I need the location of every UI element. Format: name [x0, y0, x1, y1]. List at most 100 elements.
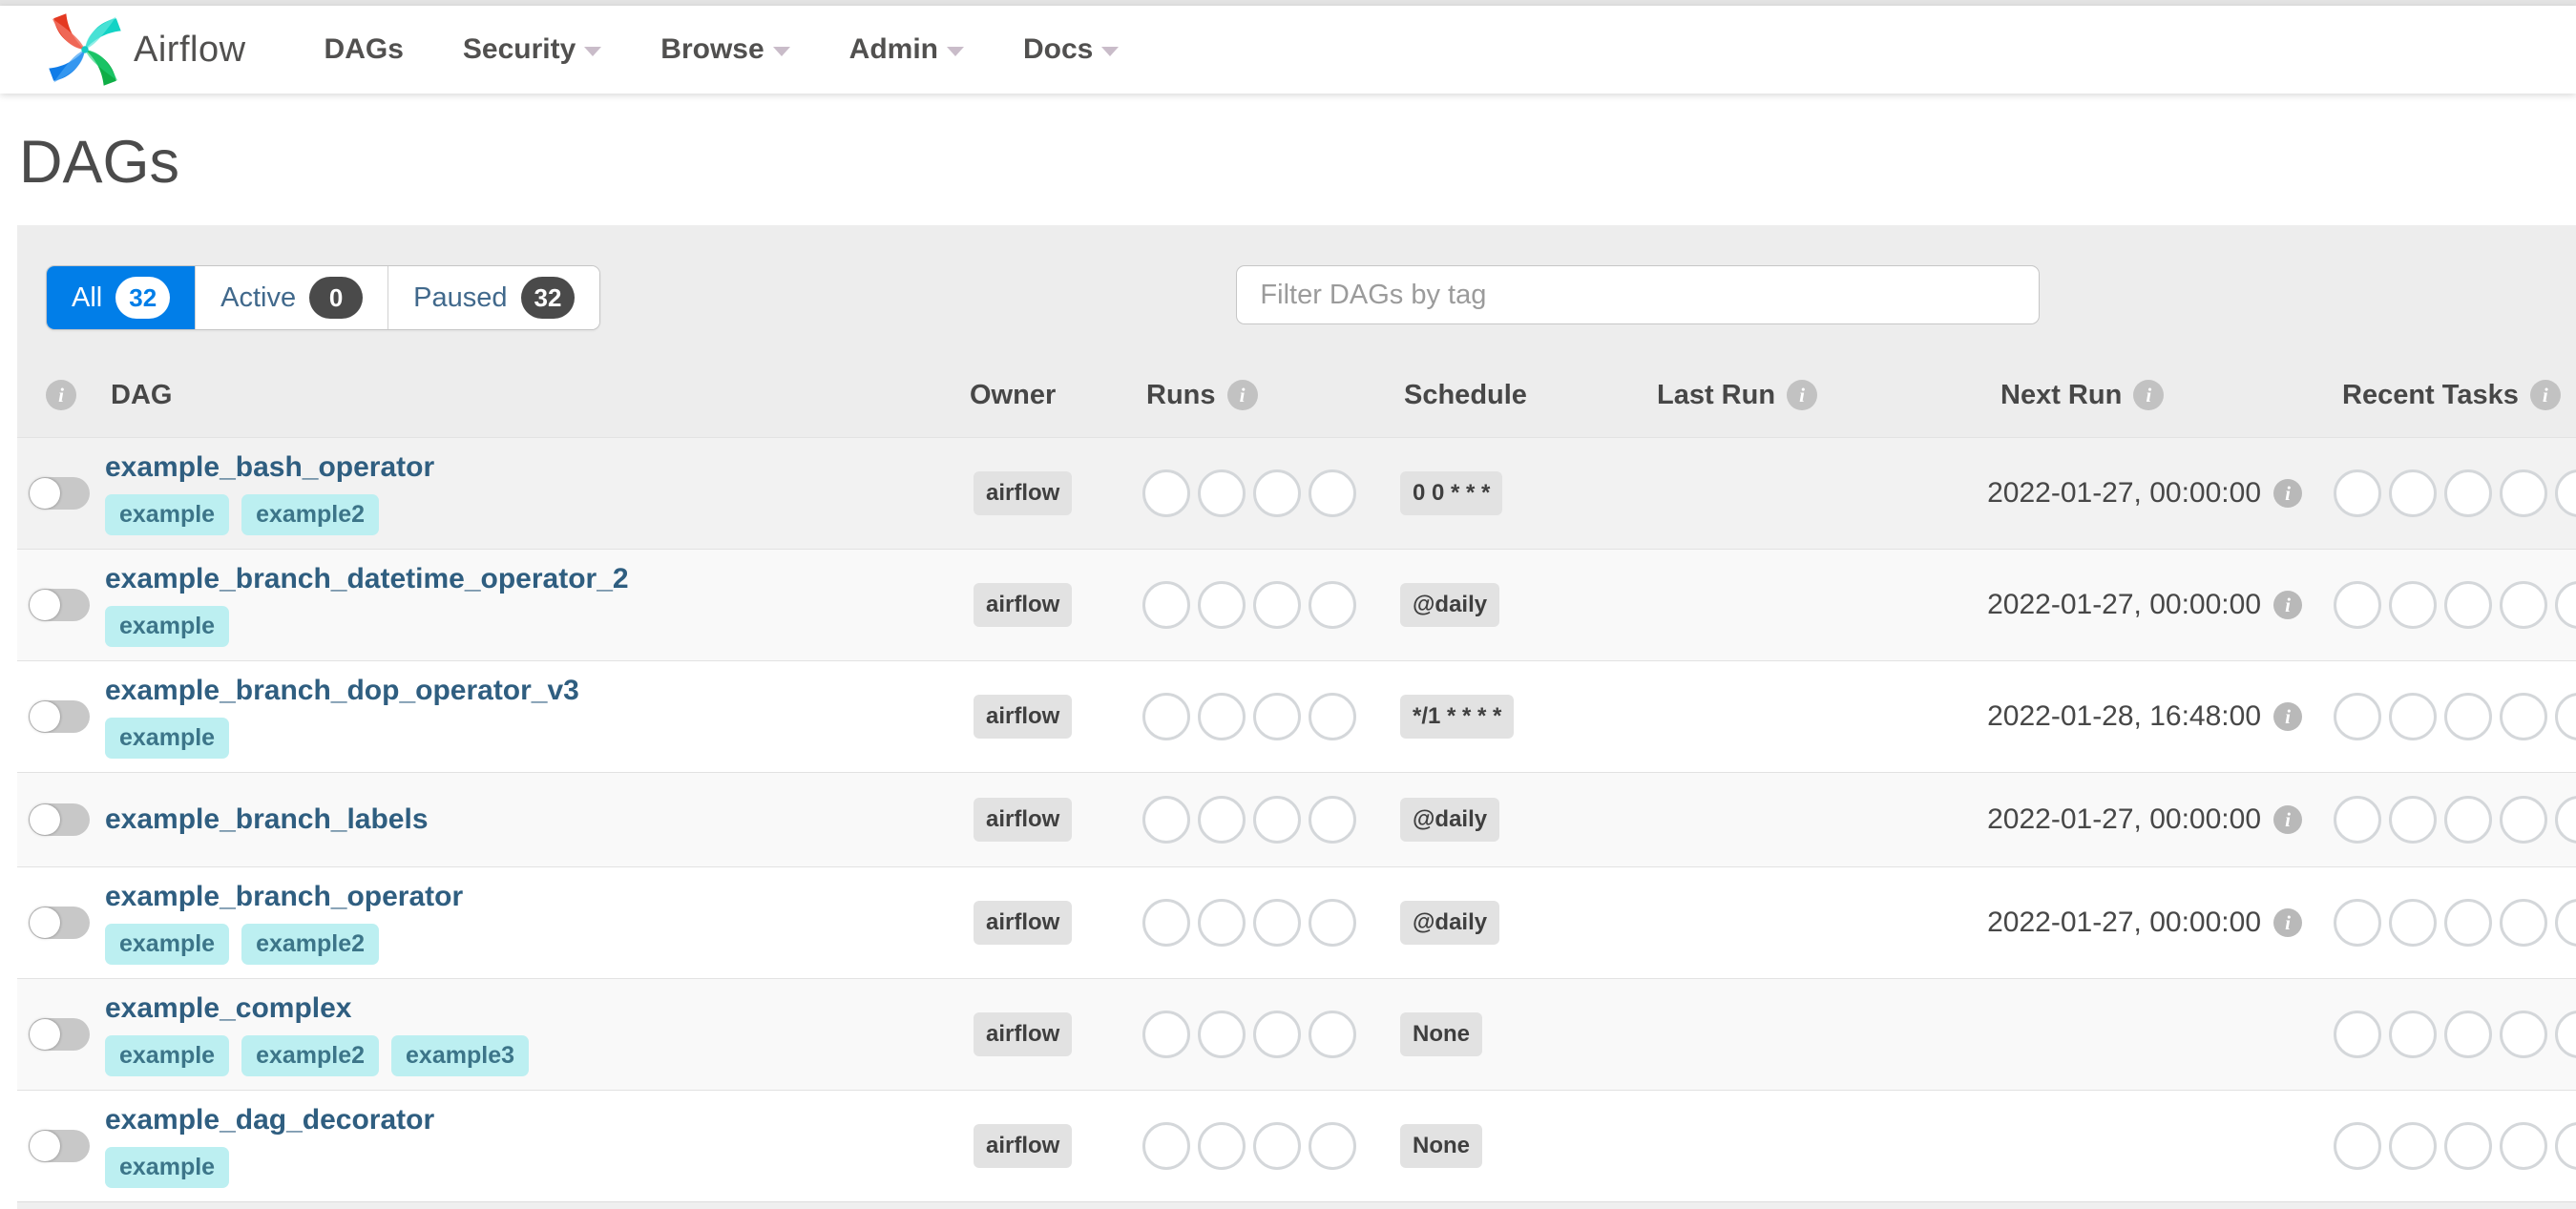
task-status-circle[interactable]: [1253, 1011, 1301, 1058]
dag-tag-example3[interactable]: example3: [391, 1035, 529, 1076]
dag-tag-example[interactable]: example: [105, 718, 230, 759]
task-status-circle[interactable]: [2444, 796, 2492, 844]
task-status-circle[interactable]: [2444, 693, 2492, 740]
tab-active[interactable]: Active 0: [195, 266, 388, 329]
header-owner[interactable]: Owner: [964, 380, 1141, 411]
task-status-circle[interactable]: [2389, 693, 2437, 740]
nav-item-docs[interactable]: Docs: [1023, 33, 1120, 66]
header-recent-tasks[interactable]: Recent Tasks i: [2310, 380, 2576, 411]
task-status-circle[interactable]: [2334, 1122, 2381, 1170]
schedule-badge[interactable]: None: [1400, 1124, 1482, 1168]
dag-tag-example[interactable]: example: [105, 1035, 230, 1076]
task-status-circle[interactable]: [2500, 899, 2547, 947]
task-status-circle[interactable]: [2555, 1011, 2576, 1058]
task-status-circle[interactable]: [2334, 693, 2381, 740]
task-status-circle[interactable]: [2500, 1122, 2547, 1170]
task-status-circle[interactable]: [2334, 581, 2381, 629]
owner-badge[interactable]: airflow: [974, 798, 1073, 842]
task-status-circle[interactable]: [2389, 1122, 2437, 1170]
info-icon[interactable]: i: [2273, 591, 2302, 619]
nav-item-security[interactable]: Security: [463, 33, 602, 66]
task-status-circle[interactable]: [1198, 796, 1246, 844]
header-schedule[interactable]: Schedule: [1398, 380, 1651, 411]
task-status-circle[interactable]: [1253, 469, 1301, 517]
owner-badge[interactable]: airflow: [974, 583, 1073, 627]
task-status-circle[interactable]: [2389, 469, 2437, 517]
pause-toggle[interactable]: [29, 1130, 90, 1162]
task-status-circle[interactable]: [2389, 899, 2437, 947]
task-status-circle[interactable]: [2334, 469, 2381, 517]
info-icon[interactable]: i: [1226, 380, 1258, 410]
task-status-circle[interactable]: [1309, 1122, 1356, 1170]
filter-dags-by-tag-input[interactable]: [1236, 265, 2041, 324]
task-status-circle[interactable]: [2500, 469, 2547, 517]
task-status-circle[interactable]: [1198, 899, 1246, 947]
owner-badge[interactable]: airflow: [974, 901, 1073, 945]
pause-toggle[interactable]: [29, 589, 90, 621]
dag-tag-example[interactable]: example: [105, 924, 230, 965]
task-status-circle[interactable]: [2555, 469, 2576, 517]
task-status-circle[interactable]: [1142, 899, 1190, 947]
pause-toggle[interactable]: [29, 477, 90, 510]
task-status-circle[interactable]: [2500, 1011, 2547, 1058]
info-icon[interactable]: i: [2273, 702, 2302, 731]
task-status-circle[interactable]: [2389, 1011, 2437, 1058]
dag-name-link[interactable]: example_branch_labels: [105, 803, 429, 836]
task-status-circle[interactable]: [2389, 581, 2437, 629]
tab-all[interactable]: All 32: [47, 266, 196, 329]
task-status-circle[interactable]: [1198, 1011, 1246, 1058]
dag-tag-example[interactable]: example: [105, 1147, 230, 1188]
pause-toggle[interactable]: [29, 1018, 90, 1051]
dag-tag-example2[interactable]: example2: [241, 1035, 380, 1076]
pause-toggle[interactable]: [29, 700, 90, 733]
task-status-circle[interactable]: [1309, 581, 1356, 629]
header-next-run[interactable]: Next Run i: [1995, 380, 2310, 411]
info-icon[interactable]: i: [1787, 380, 1818, 410]
task-status-circle[interactable]: [2444, 1122, 2492, 1170]
pause-toggle[interactable]: [29, 907, 90, 939]
task-status-circle[interactable]: [1142, 1011, 1190, 1058]
task-status-circle[interactable]: [2444, 469, 2492, 517]
task-status-circle[interactable]: [1309, 1011, 1356, 1058]
task-status-circle[interactable]: [1142, 581, 1190, 629]
task-status-circle[interactable]: [1198, 1122, 1246, 1170]
dag-tag-example2[interactable]: example2: [241, 924, 380, 965]
task-status-circle[interactable]: [1309, 469, 1356, 517]
task-status-circle[interactable]: [2555, 693, 2576, 740]
dag-name-link[interactable]: example_bash_operator: [105, 451, 434, 484]
task-status-circle[interactable]: [2500, 693, 2547, 740]
airflow-brand[interactable]: Airflow: [46, 10, 246, 89]
dag-name-link[interactable]: example_branch_operator: [105, 881, 463, 913]
task-status-circle[interactable]: [1198, 469, 1246, 517]
task-status-circle[interactable]: [1309, 693, 1356, 740]
task-status-circle[interactable]: [2444, 581, 2492, 629]
task-status-circle[interactable]: [1309, 899, 1356, 947]
task-status-circle[interactable]: [1142, 1122, 1190, 1170]
schedule-badge[interactable]: @daily: [1400, 901, 1500, 945]
header-last-run[interactable]: Last Run i: [1651, 380, 1995, 411]
dag-tag-example[interactable]: example: [105, 606, 230, 647]
task-status-circle[interactable]: [2334, 1011, 2381, 1058]
task-status-circle[interactable]: [1142, 796, 1190, 844]
task-status-circle[interactable]: [1253, 1122, 1301, 1170]
owner-badge[interactable]: airflow: [974, 1012, 1073, 1056]
schedule-badge[interactable]: @daily: [1400, 583, 1500, 627]
task-status-circle[interactable]: [2334, 796, 2381, 844]
dag-tag-example[interactable]: example: [105, 494, 230, 535]
task-status-circle[interactable]: [2555, 899, 2576, 947]
task-status-circle[interactable]: [2444, 1011, 2492, 1058]
task-status-circle[interactable]: [1198, 693, 1246, 740]
task-status-circle[interactable]: [1142, 469, 1190, 517]
dag-name-link[interactable]: example_branch_datetime_operator_2: [105, 563, 629, 595]
info-icon[interactable]: i: [2529, 380, 2561, 410]
nav-item-browse[interactable]: Browse: [660, 33, 790, 66]
owner-badge[interactable]: airflow: [974, 1124, 1073, 1168]
task-status-circle[interactable]: [2555, 581, 2576, 629]
task-status-circle[interactable]: [1253, 693, 1301, 740]
task-status-circle[interactable]: [1309, 796, 1356, 844]
header-dag[interactable]: DAG: [105, 380, 964, 411]
task-status-circle[interactable]: [1253, 796, 1301, 844]
tab-paused[interactable]: Paused 32: [387, 266, 600, 329]
task-status-circle[interactable]: [1253, 899, 1301, 947]
task-status-circle[interactable]: [2500, 581, 2547, 629]
